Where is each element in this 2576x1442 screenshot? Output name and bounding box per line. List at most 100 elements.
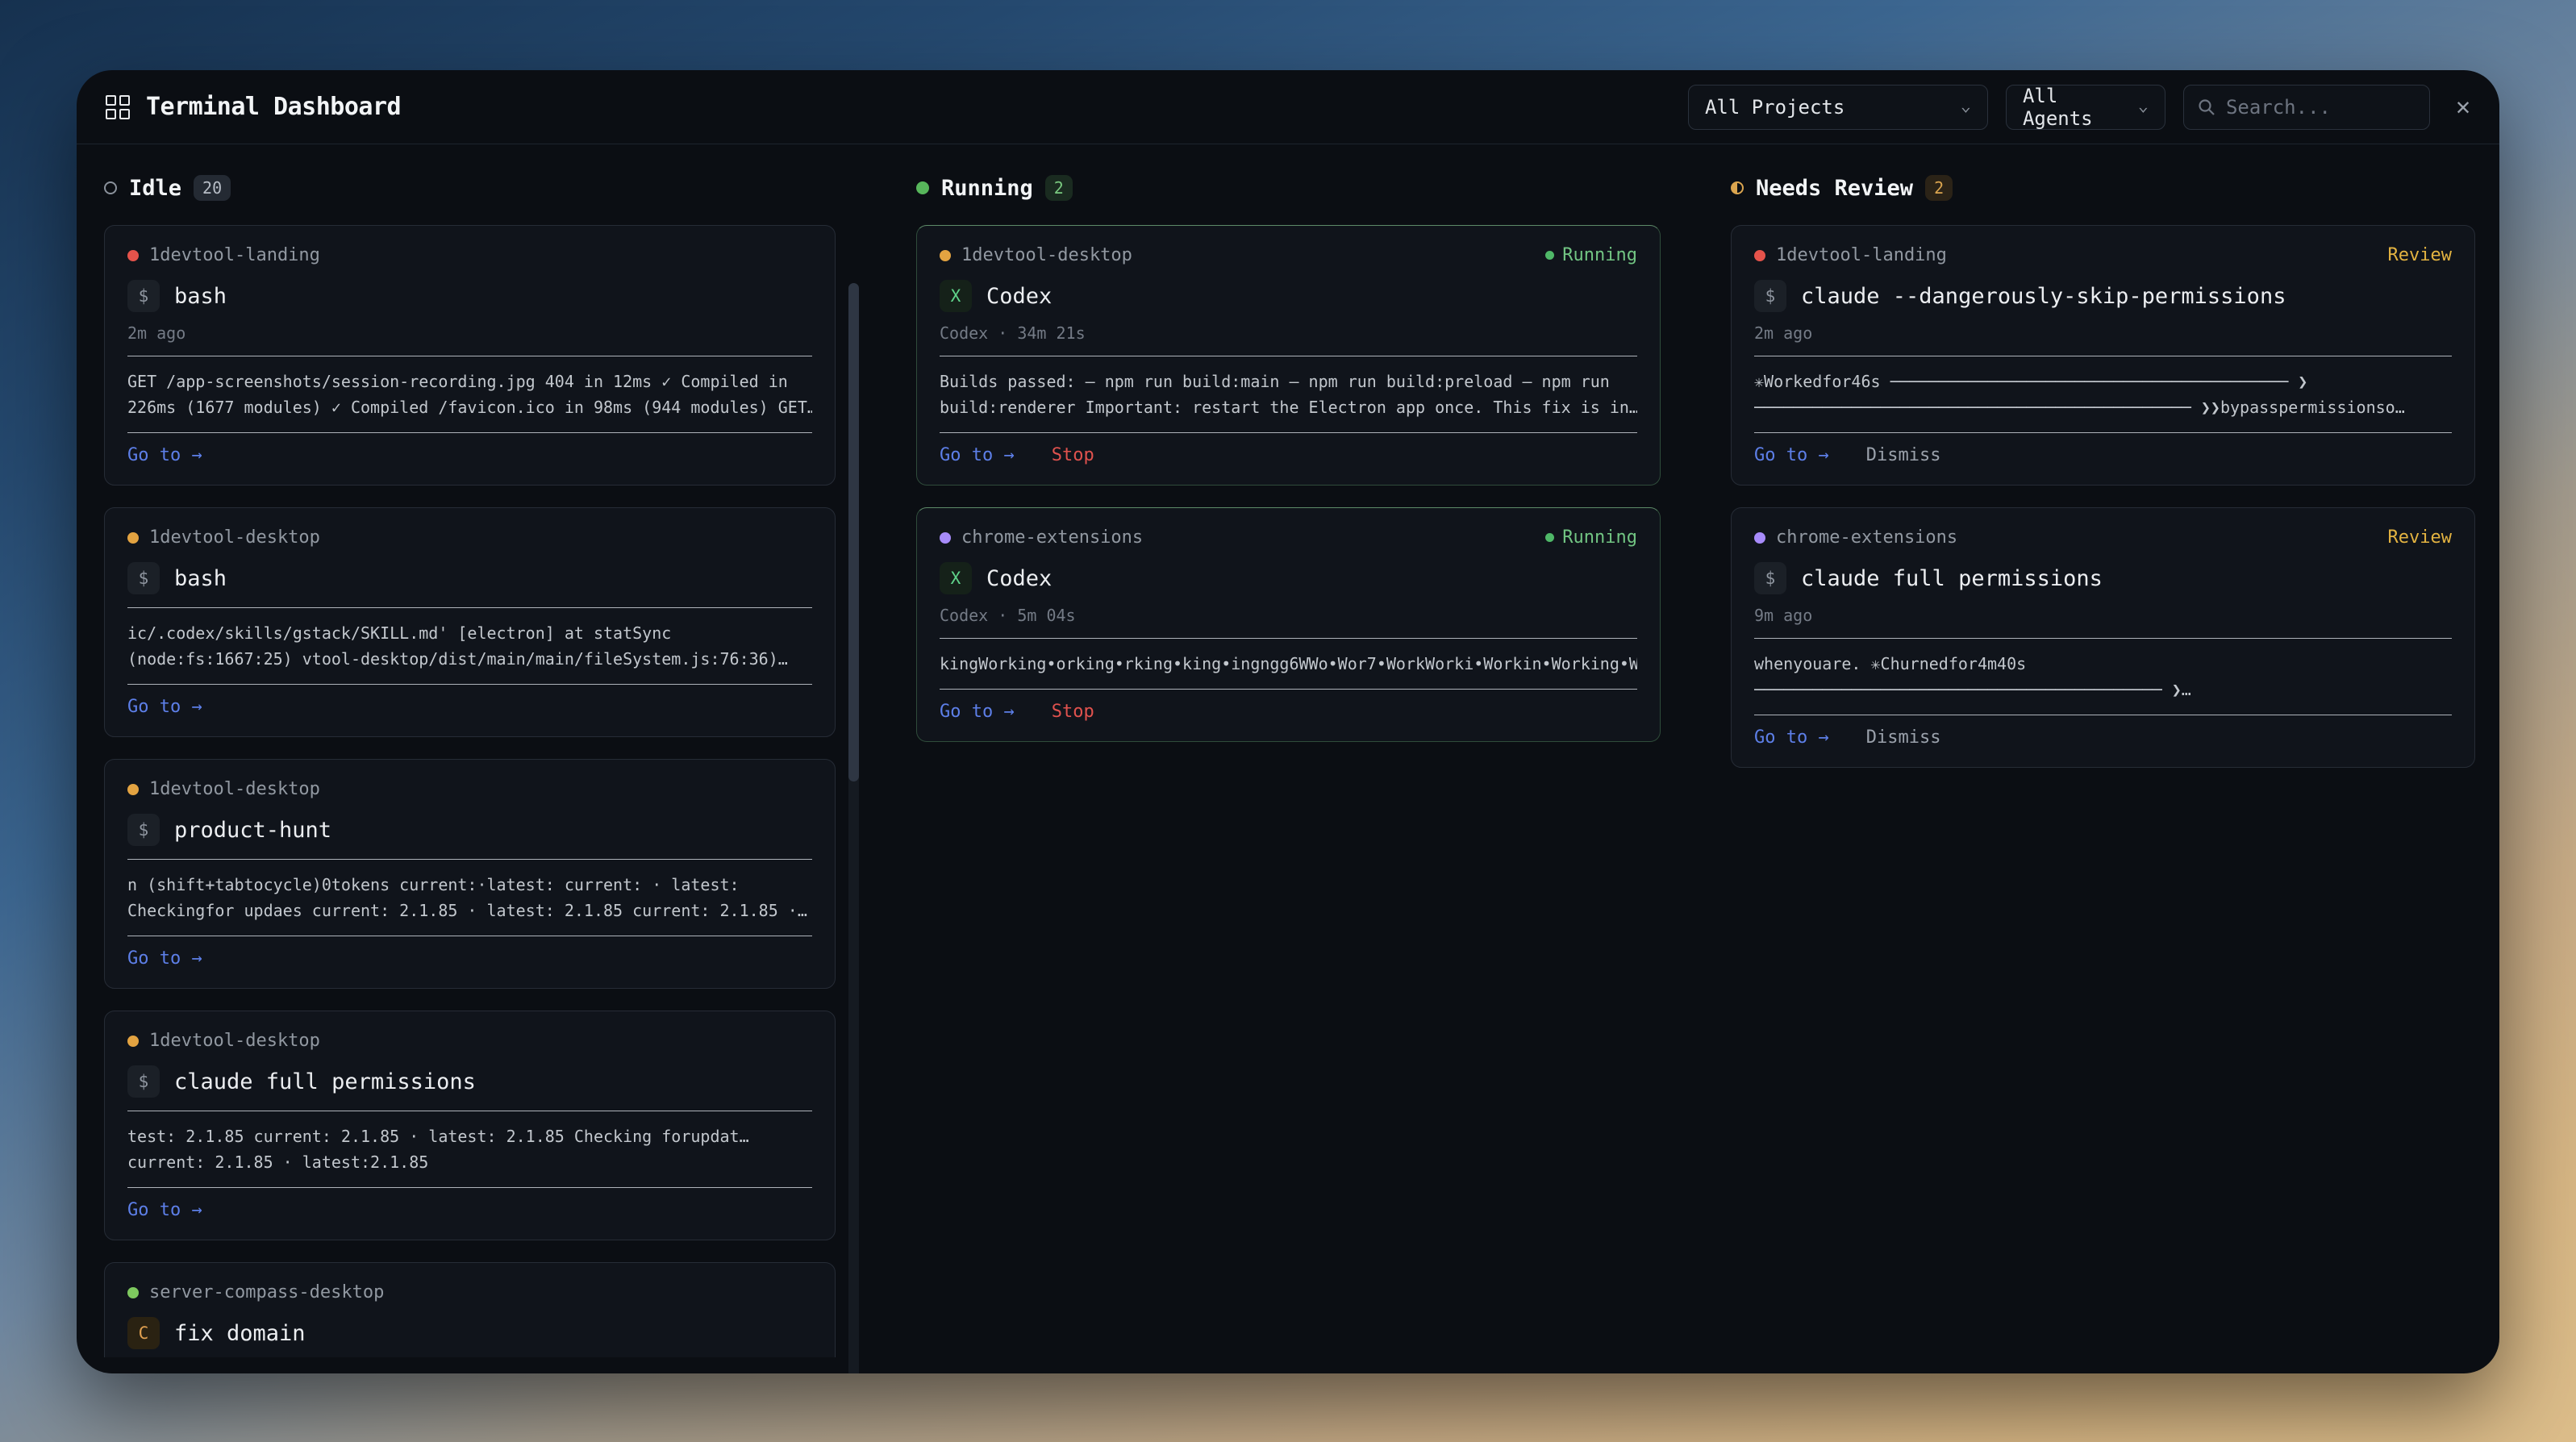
session-card[interactable]: chrome-extensions Review $ claude full p… — [1731, 507, 2475, 768]
kanban-board: Idle 20 1devtool-landing $ bash 2m ago G… — [77, 144, 2499, 1357]
search-input[interactable] — [2226, 96, 2416, 119]
dismiss-button[interactable]: Dismiss — [1866, 445, 1941, 465]
idle-column-scrollbar[interactable] — [848, 283, 859, 1373]
stop-button[interactable]: Stop — [1052, 445, 1094, 465]
session-card[interactable]: 1devtool-desktop Running X Codex Codex ·… — [916, 225, 1661, 486]
terminal-output: GET /app-screenshots/session-recording.j… — [127, 356, 812, 433]
running-status-badge: Running — [1545, 245, 1637, 265]
project-dot — [127, 784, 139, 795]
dismiss-button[interactable]: Dismiss — [1866, 727, 1941, 748]
goto-link[interactable]: Go to → — [127, 445, 202, 465]
session-meta: 2m ago — [127, 323, 812, 343]
chevron-down-icon: ⌄ — [1961, 99, 1971, 115]
stop-button[interactable]: Stop — [1052, 702, 1094, 722]
project-name: server-compass-desktop — [149, 1282, 384, 1302]
project-name: chrome-extensions — [1776, 527, 1957, 548]
agents-filter-dropdown[interactable]: All Agents ⌄ — [2006, 85, 2165, 130]
shell-badge-icon: $ — [1754, 280, 1786, 312]
project-name: 1devtool-desktop — [149, 527, 320, 548]
output-line: GET /app-screenshots/session-recording.j… — [127, 369, 812, 394]
search-box[interactable] — [2183, 85, 2430, 130]
project-name: 1devtool-desktop — [961, 245, 1132, 265]
column-idle-title: Idle — [129, 176, 181, 201]
session-command: claude full permissions — [174, 1069, 476, 1094]
running-status-label: Running — [1562, 245, 1637, 265]
review-link[interactable]: Review — [2388, 527, 2452, 548]
shell-badge-icon: $ — [127, 562, 160, 594]
session-card[interactable]: 1devtool-landing $ bash 2m ago GET /app-… — [104, 225, 836, 486]
project-dot — [127, 1036, 139, 1047]
app-title: Terminal Dashboard — [146, 93, 401, 121]
column-running-title: Running — [941, 176, 1033, 201]
terminal-output: kingWorking•orking•rking•king•ingngg6WWo… — [940, 638, 1637, 690]
scrollbar-thumb[interactable] — [848, 283, 859, 781]
column-running-header: Running 2 — [916, 175, 1661, 201]
session-command: claude --dangerously-skip-permissions — [1801, 284, 2286, 309]
projects-filter-value: All Projects — [1705, 96, 1844, 119]
output-line: current: 2.1.85 · latest:2.1.85 — [127, 1149, 812, 1175]
terminal-output: Builds passed: – npm run build:main – np… — [940, 356, 1637, 433]
codex-badge-icon: X — [940, 280, 972, 312]
chevron-down-icon: ⌄ — [2138, 99, 2149, 115]
session-card[interactable]: 1devtool-desktop $ product-hunt n (shift… — [104, 759, 836, 989]
output-line: n (shift+tabtocycle)0tokens current:·lat… — [127, 872, 812, 898]
column-needs-review-title: Needs Review — [1756, 176, 1913, 201]
column-idle-cards: 1devtool-landing $ bash 2m ago GET /app-… — [104, 225, 836, 1357]
output-line: 226ms (1677 modules) ✓ Compiled /favicon… — [127, 394, 812, 420]
claude-badge-icon: C — [127, 1317, 160, 1349]
goto-link[interactable]: Go to → — [940, 702, 1015, 722]
shell-badge-icon: $ — [127, 814, 160, 846]
output-line: Checkingfor updaes current: 2.1.85 · lat… — [127, 898, 812, 923]
column-running-cards: 1devtool-desktop Running X Codex Codex ·… — [916, 225, 1661, 1357]
terminal-output: whenyouare. ✳Churnedfor4m40s ───────────… — [1754, 638, 2452, 715]
terminal-output: ✳Workedfor46s ──────────────────────────… — [1754, 356, 2452, 433]
session-card[interactable]: 1devtool-landing Review $ claude --dange… — [1731, 225, 2475, 486]
project-dot — [127, 1287, 139, 1298]
project-dot — [1754, 532, 1765, 544]
terminal-output: n (shift+tabtocycle)0tokens current:·lat… — [127, 859, 812, 936]
running-dot-icon — [1545, 251, 1554, 260]
search-icon — [2197, 98, 2216, 117]
project-name: 1devtool-landing — [1776, 245, 1947, 265]
goto-link[interactable]: Go to → — [127, 697, 202, 717]
goto-link[interactable]: Go to → — [127, 1200, 202, 1220]
shell-badge-icon: $ — [127, 280, 160, 312]
projects-filter-dropdown[interactable]: All Projects ⌄ — [1688, 85, 1988, 130]
column-needs-review: Needs Review 2 1devtool-landing Review $… — [1731, 175, 2475, 1357]
close-icon[interactable]: ✕ — [2456, 95, 2470, 119]
goto-link[interactable]: Go to → — [1754, 445, 1829, 465]
shell-badge-icon: $ — [127, 1065, 160, 1098]
review-link[interactable]: Review — [2388, 245, 2452, 265]
output-line: whenyouare. ✳Churnedfor4m40s — [1754, 651, 2452, 677]
column-needs-review-header: Needs Review 2 — [1731, 175, 2475, 201]
output-line: ────────────────────────────────────────… — [1754, 677, 2452, 702]
agents-filter-value: All Agents — [2023, 85, 2124, 130]
column-idle-header: Idle 20 — [104, 175, 836, 201]
session-card[interactable]: 1devtool-desktop $ bash ic/.codex/skills… — [104, 507, 836, 737]
grid-logo-icon — [106, 95, 130, 119]
session-command: Codex — [986, 284, 1052, 309]
header: Terminal Dashboard All Projects ⌄ All Ag… — [77, 70, 2499, 144]
output-line: build:renderer Important: restart the El… — [940, 394, 1637, 420]
idle-status-icon — [104, 181, 117, 194]
column-needs-review-cards: 1devtool-landing Review $ claude --dange… — [1731, 225, 2475, 1357]
session-command: fix domain — [174, 1321, 306, 1346]
terminal-dashboard-window: Terminal Dashboard All Projects ⌄ All Ag… — [77, 70, 2499, 1373]
session-command: Codex — [986, 566, 1052, 591]
goto-link[interactable]: Go to → — [940, 445, 1015, 465]
project-name: 1devtool-landing — [149, 245, 320, 265]
project-name: 1devtool-desktop — [149, 1031, 320, 1051]
needs-review-status-icon — [1731, 181, 1744, 194]
shell-badge-icon: $ — [1754, 562, 1786, 594]
goto-link[interactable]: Go to → — [127, 948, 202, 969]
session-card[interactable]: 1devtool-desktop $ claude full permissio… — [104, 1011, 836, 1240]
session-card[interactable]: server-compass-desktop C fix domain Clau… — [104, 1262, 836, 1357]
project-dot — [127, 532, 139, 544]
session-meta: 9m ago — [1754, 606, 2452, 625]
session-card[interactable]: chrome-extensions Running X Codex Codex … — [916, 507, 1661, 742]
goto-link[interactable]: Go to → — [1754, 727, 1829, 748]
running-status-icon — [916, 181, 929, 194]
output-line: Builds passed: – npm run build:main – np… — [940, 369, 1637, 394]
column-idle: Idle 20 1devtool-landing $ bash 2m ago G… — [104, 175, 836, 1357]
session-meta: 2m ago — [1754, 323, 2452, 343]
